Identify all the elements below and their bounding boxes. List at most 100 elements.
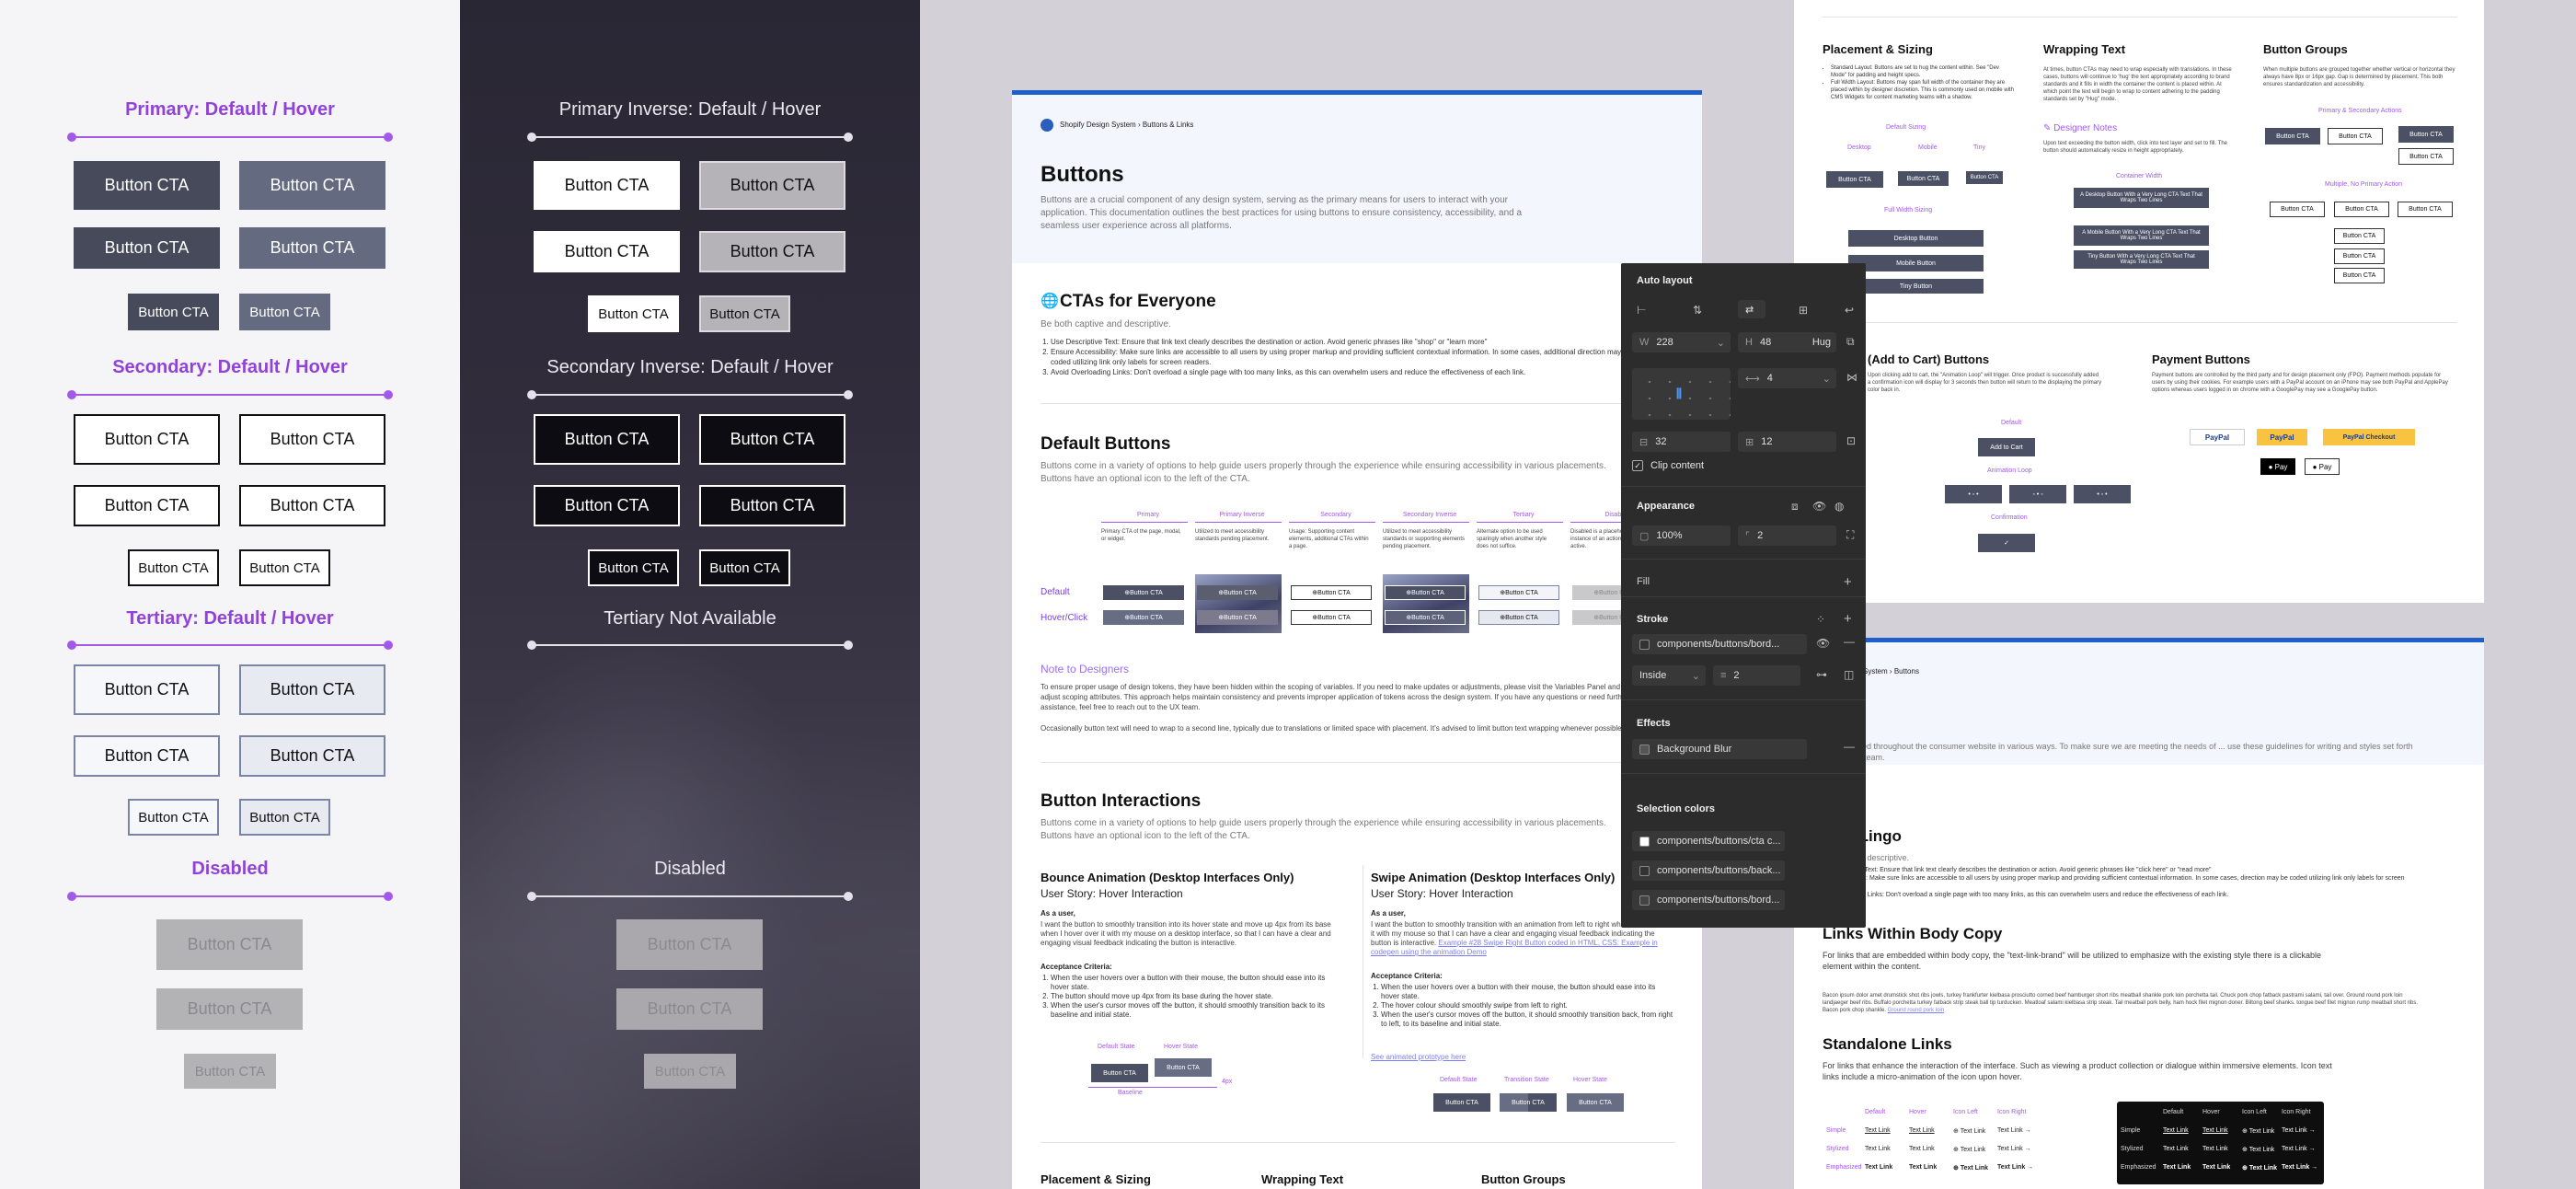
text-link[interactable]: Text Link xyxy=(1909,1146,1935,1152)
full-tiny-button[interactable]: Tiny Button xyxy=(1848,279,1984,294)
text-link[interactable]: Text Link xyxy=(2202,1127,2228,1134)
variable-icon[interactable]: ⧈ xyxy=(1791,500,1799,514)
wrap-mobile-button[interactable]: A Mobile Button With a Very Long CTA Tex… xyxy=(2074,225,2209,246)
variant-button-hover[interactable]: ⊕ Button CTA xyxy=(1103,610,1184,625)
breadcrumb-page[interactable]: Buttons xyxy=(1894,667,1919,675)
tertiary-button-tiny[interactable]: Button CTA xyxy=(128,799,219,836)
stroke-width-field[interactable]: ≡ 2 xyxy=(1713,665,1800,686)
breadcrumb-root[interactable]: Shopify Design System xyxy=(1060,121,1136,129)
group-button[interactable]: Button CTA xyxy=(2334,228,2385,244)
text-link[interactable]: Text Link xyxy=(1909,1164,1937,1171)
primary-button-mobile-hover[interactable]: Button CTA xyxy=(239,227,385,269)
height-field[interactable]: H 48 Hug xyxy=(1738,332,1836,352)
inline-link[interactable]: Ground round pork loin xyxy=(1888,1008,1944,1013)
primary-inverse-button[interactable]: Button CTA xyxy=(534,161,680,210)
stroke-token-field[interactable]: components/buttons/bord... xyxy=(1632,634,1807,654)
remove-effect-icon[interactable]: — xyxy=(1844,740,1855,753)
secondary-button-hover[interactable]: Button CTA xyxy=(239,414,385,465)
horizontal-padding-field[interactable]: ⊟ 32 xyxy=(1632,432,1731,452)
stroke-sides-icon[interactable]: ◫ xyxy=(1844,668,1854,681)
padding-toggle-icon[interactable]: ⊡ xyxy=(1846,434,1856,447)
tertiary-button[interactable]: Button CTA xyxy=(74,664,220,715)
secondary-button[interactable]: Button CTA xyxy=(74,414,220,465)
text-link[interactable]: Text Link xyxy=(1865,1146,1891,1152)
wrap-tiny-button[interactable]: Tiny Button With a Very Long CTA Text Th… xyxy=(2074,250,2209,269)
primary-inverse-button-mobile[interactable]: Button CTA xyxy=(534,231,680,272)
secondary-button-tiny-hover[interactable]: Button CTA xyxy=(239,549,330,586)
add-stroke-icon[interactable]: + xyxy=(1844,611,1852,627)
sizing-desktop-button[interactable]: Button CTA xyxy=(1826,171,1883,188)
variant-button-default[interactable]: ⊕ Button CTA xyxy=(1385,585,1466,600)
text-link[interactable]: Text Link xyxy=(2202,1146,2228,1152)
tertiary-button-tiny-hover[interactable]: Button CTA xyxy=(239,799,330,836)
bounce-default-button[interactable]: Button CTA xyxy=(1091,1064,1148,1082)
tertiary-button-hover[interactable]: Button CTA xyxy=(239,664,385,715)
bounce-hover-button[interactable]: Button CTA xyxy=(1155,1058,1212,1077)
group-button[interactable]: Button CTA xyxy=(2398,148,2454,165)
opacity-field[interactable]: ▢ 100% xyxy=(1632,525,1731,546)
text-link[interactable]: ⊕ Text Link xyxy=(2242,1146,2274,1153)
group-button[interactable]: Button CTA xyxy=(2270,202,2325,217)
text-link[interactable]: Text Link xyxy=(1909,1127,1935,1134)
text-link[interactable]: Text Link xyxy=(1865,1164,1892,1171)
layout-sort-icon[interactable]: ⇅ xyxy=(1693,304,1702,317)
stroke-settings-icon[interactable]: ⊶ xyxy=(1816,668,1827,681)
text-link[interactable]: Text Link → xyxy=(1997,1146,2031,1152)
primary-button-tiny[interactable]: Button CTA xyxy=(128,294,219,330)
swipe-transition-button[interactable]: Button CTA xyxy=(1500,1093,1557,1112)
applepay-button[interactable]: ● Pay xyxy=(2260,458,2295,475)
text-link[interactable]: ⊕ Text Link xyxy=(2242,1127,2274,1135)
primary-button-mobile[interactable]: Button CTA xyxy=(74,227,220,269)
group-button[interactable]: Button CTA xyxy=(2334,202,2389,217)
visibility-eye-icon[interactable]: 👁 xyxy=(1816,637,1830,650)
group-button[interactable]: Button CTA xyxy=(2328,128,2383,144)
secondary-button-mobile-hover[interactable]: Button CTA xyxy=(239,485,385,526)
tertiary-button-mobile-hover[interactable]: Button CTA xyxy=(239,735,385,777)
confirmation-button[interactable]: ✓ xyxy=(1978,534,2035,552)
effect-row[interactable]: Background Blur xyxy=(1632,739,1807,759)
wrap-desktop-button[interactable]: A Desktop Button With a Very Long CTA Te… xyxy=(2074,188,2209,208)
secondary-inverse-button[interactable]: Button CTA xyxy=(534,414,680,465)
text-link[interactable]: Text Link → xyxy=(2282,1146,2316,1152)
secondary-inverse-button-hover[interactable]: Button CTA xyxy=(699,414,845,465)
text-link[interactable]: Text Link → xyxy=(2282,1164,2317,1171)
primary-inverse-button-tiny[interactable]: Button CTA xyxy=(588,295,679,332)
breadcrumb-page[interactable]: Buttons & Links xyxy=(1143,121,1194,129)
group-button[interactable]: Button CTA xyxy=(2398,202,2453,217)
variant-button-hover[interactable]: ⊕ Button CTA xyxy=(1385,610,1466,625)
applepay-light-button[interactable]: ● Pay xyxy=(2305,458,2340,475)
stroke-position-select[interactable]: Inside ⌄ xyxy=(1632,665,1706,686)
text-link[interactable]: Text Link xyxy=(2202,1164,2230,1171)
secondary-inverse-button-mobile-hover[interactable]: Button CTA xyxy=(699,485,845,526)
text-link[interactable]: ⊕ Text Link xyxy=(2242,1164,2277,1172)
loading-button[interactable]: • ◦ • xyxy=(1945,485,2002,503)
selection-color-row[interactable]: components/buttons/cta c... xyxy=(1632,831,1785,851)
swipe-default-button[interactable]: Button CTA xyxy=(1433,1093,1490,1112)
text-link[interactable]: Text Link → xyxy=(1997,1164,2033,1171)
sizing-mobile-button[interactable]: Button CTA xyxy=(1898,171,1949,186)
group-button[interactable]: Button CTA xyxy=(2265,128,2320,144)
text-link[interactable]: Text Link xyxy=(1865,1127,1891,1134)
add-fill-icon[interactable]: + xyxy=(1844,574,1852,590)
style-grid-icon[interactable]: ⁘ xyxy=(1816,613,1825,626)
loading-button[interactable]: • ◦ • xyxy=(2074,485,2131,503)
clip-content-checkbox[interactable]: ✓ Clip content xyxy=(1632,460,1704,471)
secondary-inverse-button-mobile[interactable]: Button CTA xyxy=(534,485,680,526)
gap-field[interactable]: ⟷ 4 ⌄ xyxy=(1738,368,1836,388)
visibility-eye-icon[interactable]: 👁 xyxy=(1812,500,1826,513)
blend-mode-icon[interactable]: ◍ xyxy=(1834,500,1844,513)
breadcrumb-root[interactable]: System xyxy=(1863,667,1888,675)
paypal-checkout-button[interactable]: PayPal Checkout xyxy=(2323,429,2415,445)
variant-button-default[interactable]: ⊕ Button CTA xyxy=(1478,585,1559,600)
primary-button[interactable]: Button CTA xyxy=(74,161,220,210)
group-button[interactable]: Button CTA xyxy=(2334,268,2385,283)
alignment-grid[interactable]: ⫼ xyxy=(1632,368,1731,420)
selection-color-row[interactable]: components/buttons/bord... xyxy=(1632,890,1785,910)
variant-button-default[interactable]: ⊕ Button CTA xyxy=(1291,585,1372,600)
tertiary-button-mobile[interactable]: Button CTA xyxy=(74,735,220,777)
variant-button-hover[interactable]: ⊕ Button CTA xyxy=(1197,610,1278,625)
text-link[interactable]: Text Link → xyxy=(2282,1127,2316,1134)
variant-button-default[interactable]: ⊕ Button CTA xyxy=(1103,585,1184,600)
advanced-layout-icon[interactable]: ⋈ xyxy=(1846,371,1857,384)
resize-icon[interactable]: ⧉ xyxy=(1846,335,1855,349)
